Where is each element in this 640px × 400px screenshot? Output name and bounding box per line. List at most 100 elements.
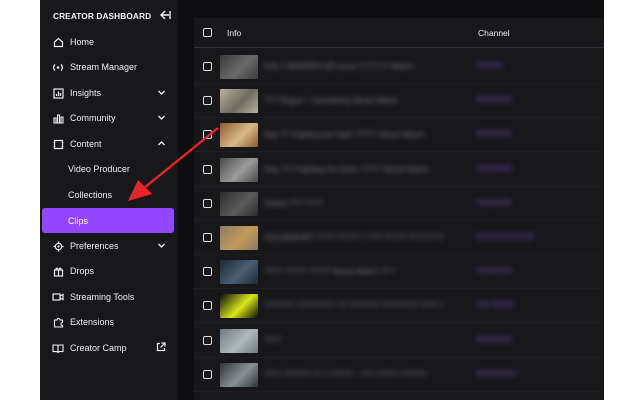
row-checkbox[interactable] <box>203 198 212 208</box>
sidebar-item-label: Video Producer <box>68 164 130 174</box>
clip-title[interactable]: ???? ?????? ?? ? ????? - ??? ????? ?????… <box>264 370 454 380</box>
sidebar-item-clips[interactable]: Clips <box>42 208 174 233</box>
sidebar-item-label: Preferences <box>70 241 119 251</box>
sidebar: CREATOR DASHBOARD Home Stream Manager In… <box>40 0 178 400</box>
sidebar-item-label: Stream Manager <box>70 62 138 72</box>
sidebar-item-label: Clips <box>68 215 89 226</box>
sidebar-item-label: Creator Camp <box>70 343 127 353</box>
table-row[interactable]: ???? ????? ????? Wood Watch ?? ????????? <box>194 255 604 290</box>
chevron-down-icon <box>157 88 166 99</box>
clips-table: Info Channel EOL? WARREN #[Funny] ??????… <box>194 18 604 400</box>
puzzle-icon <box>52 316 64 328</box>
sidebar-header: CREATOR DASHBOARD <box>53 8 171 24</box>
row-checkbox[interactable] <box>203 62 212 71</box>
clip-thumbnail[interactable] <box>220 191 258 216</box>
sidebar-item-video-producer[interactable]: Video Producer <box>42 157 174 181</box>
clip-channel[interactable]: ???????? <box>476 336 546 346</box>
clip-channel[interactable]: ???????? <box>476 267 546 277</box>
table-header: Info Channel <box>194 18 604 48</box>
sidebar-item-label: Content <box>70 139 102 149</box>
creator-dashboard-frame: CREATOR DASHBOARD Home Stream Manager In… <box>40 0 604 400</box>
sidebar-item-drops[interactable]: Drops <box>42 259 174 283</box>
community-icon <box>52 112 64 124</box>
chevron-down-icon <box>157 241 166 252</box>
external-link-icon <box>156 342 166 354</box>
sidebar-item-streaming-tools[interactable]: Streaming Tools <box>42 285 174 309</box>
clip-title[interactable]: ??????! ????????? ?? ??????? ???????? ??… <box>264 301 454 311</box>
table-row[interactable]: Deleet ??? ???????????? <box>194 187 604 221</box>
insights-icon <box>52 87 64 99</box>
row-checkbox[interactable] <box>203 369 212 379</box>
sidebar-title: CREATOR DASHBOARD <box>53 11 152 21</box>
clip-title[interactable]: ??? Rogue + Something Wood Watch <box>264 96 454 106</box>
clip-channel[interactable]: ????????? <box>476 370 546 380</box>
table-row[interactable]: Day ?? Fighting the Dark ????? Wood Watc… <box>194 118 604 153</box>
clip-title[interactable]: ???? ????? ????? Wood Watch ?? ? <box>264 267 454 277</box>
clip-title[interactable]: ???? <box>264 336 454 346</box>
clip-channel[interactable]: ???????? <box>476 199 546 209</box>
clip-thumbnail[interactable] <box>220 89 258 114</box>
clip-channel[interactable]: ????????????? <box>476 233 546 243</box>
broadcast-icon <box>52 61 64 73</box>
clip-thumbnail[interactable] <box>220 157 258 182</box>
clip-title[interactable]: Day ??? Fighting the Dark ????? Wood Wat… <box>264 165 454 175</box>
drops-icon <box>52 265 64 277</box>
clip-channel[interactable]: ???????? <box>476 130 546 140</box>
clip-thumbnail[interactable] <box>220 260 258 285</box>
table-row[interactable]: ???????????? <box>194 324 604 358</box>
table-row[interactable]: Day ??? Fighting the Dark ????? Wood Wat… <box>194 153 604 187</box>
row-checkbox[interactable] <box>203 130 212 140</box>
sidebar-item-stream-manager[interactable]: Stream Manager <box>42 55 174 79</box>
table-row[interactable]: ??????! ????????? ?? ??????? ???????? ??… <box>194 289 604 324</box>
sidebar-item-label: Community <box>70 113 116 123</box>
sidebar-item-creator-camp[interactable]: Creator Camp <box>42 336 174 360</box>
clip-channel[interactable]: ??? ????? <box>476 301 546 311</box>
clip-thumbnail[interactable] <box>220 123 258 148</box>
clip-thumbnail[interactable] <box>220 328 258 353</box>
collapse-left-icon[interactable] <box>160 10 171 23</box>
sidebar-item-label: Home <box>70 37 95 47</box>
sidebar-item-insights[interactable]: Insights <box>42 81 174 105</box>
row-checkbox[interactable] <box>203 301 212 311</box>
sidebar-item-label: Streaming Tools <box>70 292 135 302</box>
sidebar-item-preferences[interactable]: Preferences <box>42 234 174 258</box>
clip-thumbnail[interactable] <box>220 226 258 250</box>
home-icon <box>52 36 64 48</box>
sidebar-item-label: Extensions <box>70 317 115 327</box>
gear-icon <box>52 240 64 252</box>
table-row[interactable]: ??? Rogue + Something Wood Watch???????? <box>194 84 604 119</box>
clip-title[interactable]: Day ?? Fighting the Dark ????? Wood Watc… <box>264 130 454 140</box>
clip-title[interactable]: EOL? WARREN #[Funny] ??????? Watch <box>264 62 454 72</box>
sidebar-item-label: Drops <box>70 266 95 276</box>
content-icon <box>52 138 64 150</box>
row-checkbox[interactable] <box>203 335 212 345</box>
sidebar-item-label: Collections <box>68 190 113 200</box>
select-all-checkbox[interactable] <box>203 28 212 37</box>
sidebar-item-community[interactable]: Community <box>42 106 174 130</box>
clip-channel[interactable]: ???????? <box>476 165 546 175</box>
clip-thumbnail[interactable] <box>220 294 258 319</box>
table-row[interactable]: VOLDEMORT ???? ????? ? ??? ????? ???????… <box>194 221 604 255</box>
row-checkbox[interactable] <box>203 164 212 174</box>
sidebar-item-extensions[interactable]: Extensions <box>42 310 174 334</box>
table-row[interactable]: ???? ?????? ?? ? ????? - ??? ????? ?????… <box>194 358 604 392</box>
sidebar-item-content[interactable]: Content <box>42 132 174 156</box>
clip-thumbnail[interactable] <box>220 55 258 79</box>
row-checkbox[interactable] <box>203 96 212 106</box>
sidebar-item-label: Insights <box>70 88 102 98</box>
clip-thumbnail[interactable] <box>220 362 258 387</box>
clip-channel[interactable]: ?????? <box>476 62 546 72</box>
chevron-down-icon <box>157 113 166 124</box>
book-icon <box>52 342 64 354</box>
column-header-info: Info <box>227 27 242 38</box>
chevron-up-icon <box>157 139 166 150</box>
camera-icon <box>52 291 64 303</box>
sidebar-item-home[interactable]: Home <box>42 30 174 54</box>
clip-title[interactable]: Deleet ??? ???? <box>264 199 454 209</box>
clip-channel[interactable]: ???????? <box>476 96 546 106</box>
row-checkbox[interactable] <box>203 233 212 242</box>
clip-title[interactable]: VOLDEMORT ???? ????? ? ??? ????? ???????… <box>264 233 454 243</box>
row-checkbox[interactable] <box>203 267 212 277</box>
sidebar-item-collections[interactable]: Collections <box>42 183 174 207</box>
table-row[interactable]: EOL? WARREN #[Funny] ??????? Watch?????? <box>194 50 604 84</box>
